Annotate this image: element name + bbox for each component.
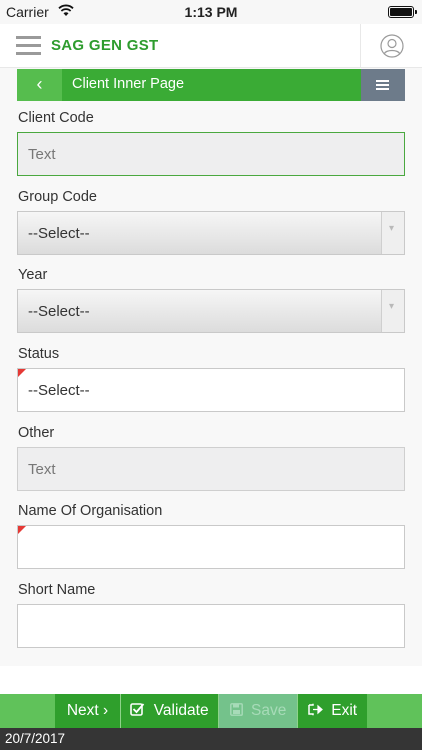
required-marker xyxy=(18,526,26,534)
divider xyxy=(218,694,219,728)
other-label: Other xyxy=(18,425,55,441)
page-title: Client Inner Page xyxy=(72,76,185,92)
back-button[interactable]: ‹ xyxy=(17,69,62,101)
validate-label: Validate xyxy=(153,702,209,719)
user-avatar-icon xyxy=(380,34,404,58)
year-select[interactable]: --Select-- xyxy=(17,289,405,333)
clock: 1:13 PM xyxy=(184,4,238,20)
save-button[interactable]: Save xyxy=(219,694,297,728)
organisation-input[interactable] xyxy=(17,525,405,569)
divider xyxy=(297,694,298,728)
other-input[interactable]: Text xyxy=(17,447,405,491)
year-value: --Select-- xyxy=(28,303,90,320)
status-select[interactable]: --Select-- xyxy=(17,368,405,412)
client-code-input[interactable]: Text xyxy=(17,132,405,176)
page-header: ‹ Client Inner Page xyxy=(17,69,405,101)
profile-button[interactable] xyxy=(360,24,422,68)
footer-bar: 20/7/2017 xyxy=(0,728,422,750)
sign-out-icon xyxy=(308,703,323,716)
group-code-label: Group Code xyxy=(18,189,97,205)
client-code-label: Client Code xyxy=(18,110,94,126)
status-value: --Select-- xyxy=(28,382,90,399)
exit-button[interactable]: Exit xyxy=(298,694,367,728)
app-bar: SAG GEN GST xyxy=(0,24,422,68)
year-label: Year xyxy=(18,267,48,283)
next-label: Next xyxy=(66,702,99,719)
footer-date: 20/7/2017 xyxy=(5,731,66,746)
divider xyxy=(120,694,121,728)
chevron-down-icon xyxy=(381,212,404,254)
required-marker xyxy=(18,369,26,377)
other-placeholder: Text xyxy=(28,461,56,478)
chevron-left-icon: ‹ xyxy=(36,74,43,94)
page-menu-button[interactable] xyxy=(361,69,405,101)
action-bar: Next › Validate Save Exit xyxy=(0,694,422,728)
save-label: Save xyxy=(250,702,287,719)
short-name-label: Short Name xyxy=(18,582,96,598)
hamburger-icon[interactable] xyxy=(16,36,41,56)
client-code-placeholder: Text xyxy=(28,146,56,163)
exit-label: Exit xyxy=(331,702,358,719)
status-label: Status xyxy=(18,346,60,362)
chevron-right-icon: › xyxy=(103,702,109,719)
battery-icon xyxy=(388,6,417,18)
checkbox-icon xyxy=(130,703,145,716)
status-bar: Carrier 1:13 PM xyxy=(0,0,422,24)
floppy-disk-icon xyxy=(229,703,243,716)
short-name-input[interactable] xyxy=(17,604,405,648)
group-code-select[interactable]: --Select-- xyxy=(17,211,405,255)
app-brand: SAG GEN GST xyxy=(51,37,159,54)
next-button[interactable]: Next › xyxy=(55,694,120,728)
group-code-value: --Select-- xyxy=(28,225,90,242)
validate-button[interactable]: Validate xyxy=(121,694,218,728)
organisation-label: Name Of Organisation xyxy=(18,503,163,519)
chevron-down-icon xyxy=(381,290,404,332)
